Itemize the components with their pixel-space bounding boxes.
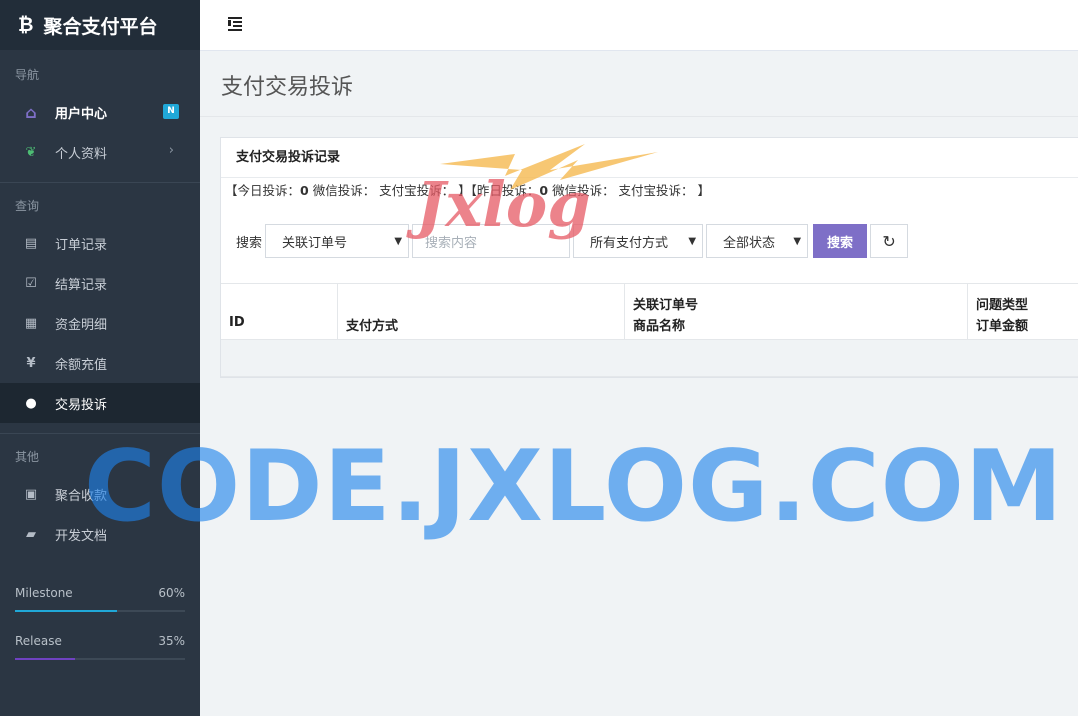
divider bbox=[0, 433, 200, 434]
progress-label: Milestone bbox=[15, 586, 73, 600]
code-jxlog-watermark: CODE.JXLOG.COM bbox=[84, 430, 1064, 544]
chevron-down-icon: ▼ bbox=[688, 236, 697, 247]
bitcoin-logo-icon: ₿ bbox=[18, 13, 34, 36]
sidebar-item-label: 开发文档 bbox=[55, 528, 108, 544]
sidebar: ₿ 聚合支付平台 导航 ⌂ 用户中心 N ❦ 个人资料 › 查询 ▤ 订单记录 … bbox=[0, 0, 200, 716]
sidebar-item-profile[interactable]: ❦ 个人资料 › bbox=[0, 132, 200, 172]
search-button[interactable]: 搜索 bbox=[813, 224, 868, 258]
comment-icon: ● bbox=[25, 395, 37, 411]
book-icon: ▰ bbox=[26, 526, 36, 542]
progress-track bbox=[15, 610, 185, 612]
chevron-right-icon: › bbox=[168, 143, 174, 158]
sidebar-item-label: 结算记录 bbox=[55, 277, 108, 293]
refresh-button[interactable]: ↻ bbox=[870, 224, 909, 258]
progress-value: 35% bbox=[158, 634, 185, 648]
sidebar-item-label: 用户中心 bbox=[55, 106, 108, 122]
progress-track bbox=[15, 658, 185, 660]
sidebar-item-label: 聚合收款 bbox=[55, 488, 108, 504]
qrcode-icon: ▣ bbox=[24, 486, 38, 502]
progress-release: Release 35% bbox=[0, 634, 200, 660]
search-row: 搜索 关联订单号 ▼ 搜索内容 所有支付方式 ▼ 全部状态 ▼ 搜索 ↻ bbox=[236, 224, 909, 258]
search-field-select[interactable]: 关联订单号 ▼ bbox=[265, 224, 410, 258]
yen-icon: ¥ bbox=[26, 355, 36, 371]
check-square-icon: ☑ bbox=[25, 275, 37, 291]
card-title: 支付交易投诉记录 bbox=[221, 138, 1078, 178]
sidebar-item-label: 余额充值 bbox=[55, 357, 108, 373]
progress-fill bbox=[15, 658, 75, 660]
sidebar-item-label: 交易投诉 bbox=[55, 397, 108, 413]
search-input[interactable]: 搜索内容 bbox=[412, 224, 571, 258]
sidebar-item-settlement[interactable]: ☑ 结算记录 bbox=[0, 263, 200, 303]
progress-fill bbox=[15, 610, 117, 612]
column-header-order[interactable]: 关联订单号 商品名称 bbox=[625, 284, 968, 340]
chevron-down-icon: ▼ bbox=[793, 236, 802, 247]
page-title: 支付交易投诉 bbox=[221, 75, 354, 100]
chevron-down-icon: ▼ bbox=[394, 236, 403, 247]
leaf-icon: ❦ bbox=[25, 144, 37, 160]
nav-section-query: 查询 bbox=[15, 199, 40, 213]
table-empty-row bbox=[221, 340, 1078, 377]
brand-title: 聚合支付平台 bbox=[43, 15, 158, 38]
sidebar-item-label: 资金明细 bbox=[55, 317, 108, 333]
column-header-issue[interactable]: 问题类型 订单金额 bbox=[968, 284, 1078, 340]
progress-milestone: Milestone 60% bbox=[0, 586, 200, 612]
sidebar-item-label: 个人资料 bbox=[55, 146, 108, 162]
sidebar-item-dev-docs[interactable]: ▰ 开发文档 bbox=[0, 514, 200, 554]
sidebar-item-label: 订单记录 bbox=[55, 237, 108, 253]
list-icon: ▤ bbox=[24, 235, 38, 251]
calendar-icon: ▦ bbox=[24, 315, 38, 331]
menu-indent-icon[interactable] bbox=[228, 17, 244, 31]
progress-label: Release bbox=[15, 634, 62, 648]
complaints-table: ID 支付方式 关联订单号 商品名称 问题类型 订单金额 bbox=[221, 283, 1078, 377]
yesterday-count: 0 bbox=[539, 183, 549, 198]
column-header-id[interactable]: ID bbox=[221, 284, 338, 340]
refresh-icon: ↻ bbox=[882, 231, 896, 251]
page-title-bar: 支付交易投诉 bbox=[200, 51, 1078, 117]
home-icon: ⌂ bbox=[25, 102, 37, 122]
top-bar bbox=[200, 0, 1078, 51]
sidebar-item-complaints[interactable]: ● 交易投诉 bbox=[0, 383, 200, 423]
pay-type-select[interactable]: 所有支付方式 ▼ bbox=[573, 224, 704, 258]
sidebar-item-user-center[interactable]: ⌂ 用户中心 N bbox=[0, 92, 200, 132]
table-header: ID 支付方式 关联订单号 商品名称 问题类型 订单金额 bbox=[221, 283, 1078, 340]
new-badge: N bbox=[163, 104, 179, 119]
search-label: 搜索 bbox=[236, 235, 263, 251]
complaints-card: 支付交易投诉记录 【今日投诉：0 微信投诉： 支付宝投诉： 】【昨日投诉：0 微… bbox=[220, 137, 1078, 378]
nav-section-navigation: 导航 bbox=[15, 68, 40, 82]
sidebar-item-recharge[interactable]: ¥ 余额充值 bbox=[0, 343, 200, 383]
complaint-stats: 【今日投诉：0 微信投诉： 支付宝投诉： 】【昨日投诉：0 微信投诉： 支付宝投… bbox=[225, 183, 711, 198]
sidebar-item-funds[interactable]: ▦ 资金明细 bbox=[0, 303, 200, 343]
sidebar-item-aggregate-pay[interactable]: ▣ 聚合收款 bbox=[0, 474, 200, 514]
today-count: 0 bbox=[300, 183, 309, 198]
divider bbox=[0, 182, 200, 183]
status-select[interactable]: 全部状态 ▼ bbox=[706, 224, 809, 258]
brand[interactable]: ₿ 聚合支付平台 bbox=[0, 0, 200, 50]
column-header-pay-type[interactable]: 支付方式 bbox=[338, 284, 625, 340]
sidebar-item-orders[interactable]: ▤ 订单记录 bbox=[0, 223, 200, 263]
nav-section-other: 其他 bbox=[15, 450, 40, 464]
progress-value: 60% bbox=[158, 586, 185, 600]
